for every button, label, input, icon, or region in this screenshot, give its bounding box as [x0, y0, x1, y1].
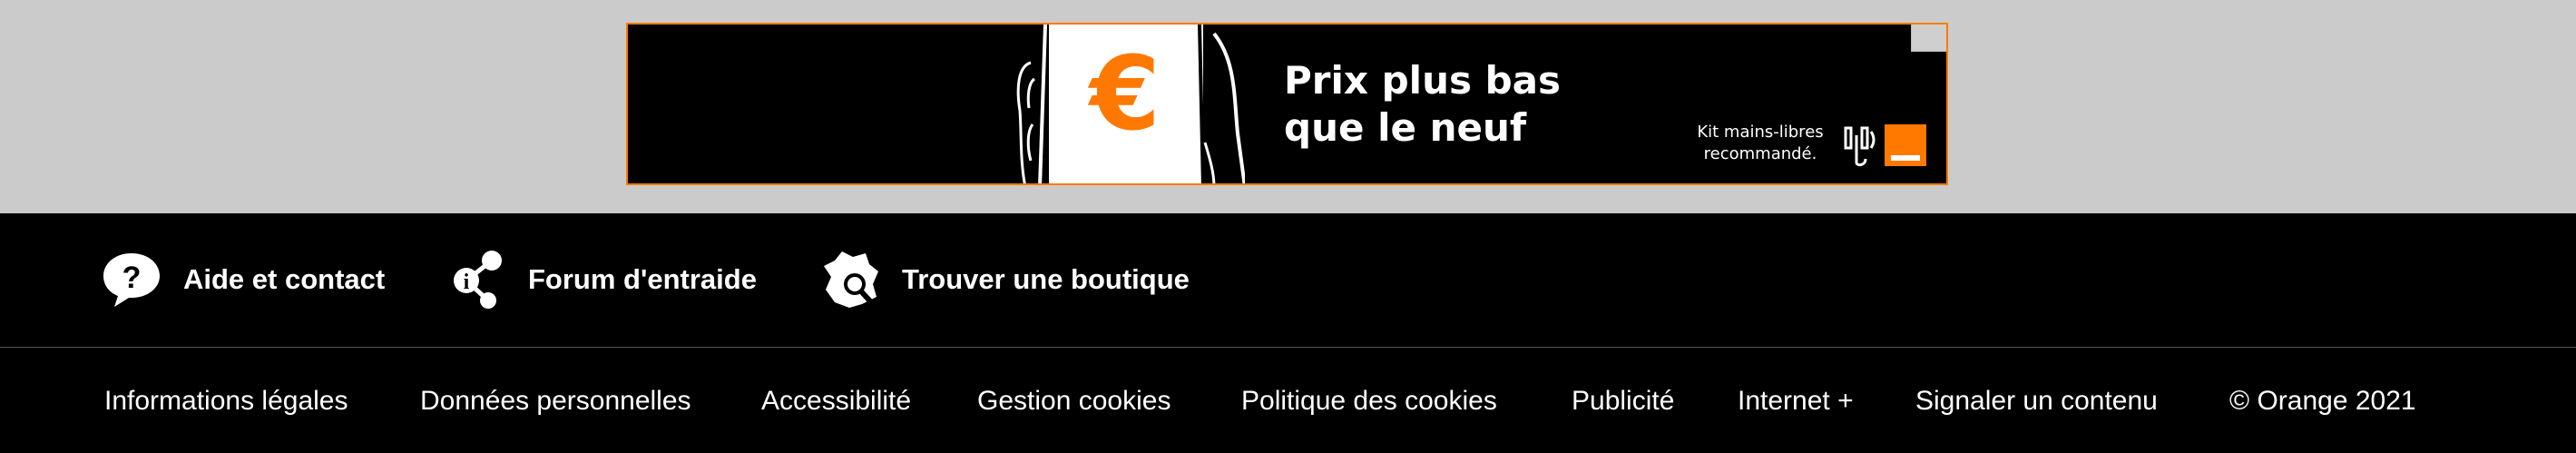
legal-info-link[interactable]: Informations légales: [104, 386, 348, 417]
help-contact-link[interactable]: ? Aide et contact: [102, 250, 385, 310]
svg-text:?: ?: [122, 261, 142, 295]
footer-quick-links: ? Aide et contact i Forum d'entraide Tro…: [0, 213, 2576, 348]
ad-headline-line2: que le neuf: [1284, 105, 1527, 150]
share-info-icon: i: [454, 251, 502, 309]
internet-plus-link[interactable]: Internet +: [1738, 386, 1854, 417]
ad-legal-line1: Kit mains-libres: [1697, 123, 1824, 142]
question-bubble-icon: ?: [103, 253, 160, 307]
ad-zone: € Prix plus bas que le neuf Kit mains-li…: [0, 0, 2576, 213]
report-content-link[interactable]: Signaler un contenu: [1915, 386, 2158, 417]
ad-close-button[interactable]: [1911, 25, 1946, 52]
ad-banner[interactable]: € Prix plus bas que le neuf Kit mains-li…: [626, 23, 1948, 185]
ad-legal-line2: recommandé.: [1703, 144, 1817, 163]
help-forum-link[interactable]: i Forum d'entraide: [452, 250, 757, 310]
france-map-search-icon: [824, 251, 878, 308]
headset-icon: [1844, 126, 1876, 167]
store-finder-label: Trouver une boutique: [902, 263, 1190, 295]
advertising-link[interactable]: Publicité: [1572, 386, 1674, 417]
ad-headline-line1: Prix plus bas: [1284, 58, 1561, 103]
ad-legal-notice: Kit mains-libres recommandé.: [1688, 122, 1833, 165]
ad-headline: Prix plus bas que le neuf: [1284, 57, 1561, 152]
copyright: © Orange 2021: [2229, 386, 2416, 416]
euro-symbol: €: [1087, 35, 1161, 153]
cookie-settings-link[interactable]: Gestion cookies: [977, 386, 1170, 417]
svg-text:i: i: [464, 271, 470, 294]
help-contact-label: Aide et contact: [183, 263, 386, 295]
store-finder-link[interactable]: Trouver une boutique: [822, 250, 1190, 310]
personal-data-link[interactable]: Données personnelles: [420, 386, 691, 417]
accessibility-link[interactable]: Accessibilité: [761, 386, 911, 417]
footer-legal-links: Informations légales Données personnelle…: [0, 348, 2576, 453]
orange-logo: [1885, 124, 1926, 166]
phone-hand-illustration: €: [1016, 25, 1245, 183]
cookie-policy-link[interactable]: Politique des cookies: [1241, 386, 1497, 417]
help-forum-label: Forum d'entraide: [528, 263, 757, 295]
